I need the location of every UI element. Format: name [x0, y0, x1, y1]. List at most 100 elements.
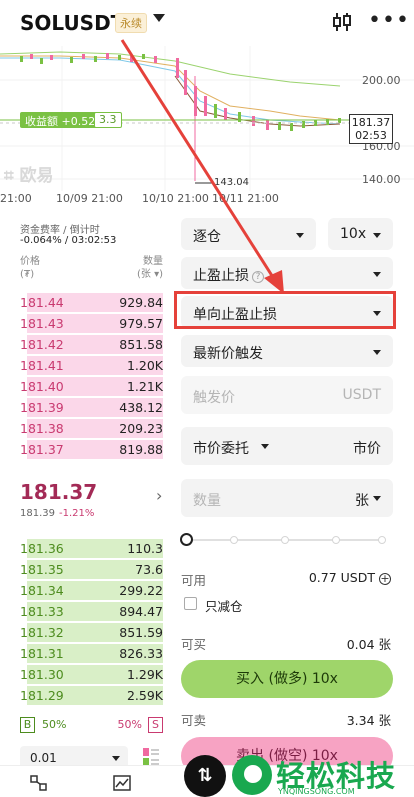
bid-qty: 110.3 — [127, 541, 163, 556]
bid-row[interactable]: 181.36 110.3 — [0, 538, 175, 559]
slider-dot[interactable] — [378, 536, 386, 544]
bid-qty: 1.29K — [126, 667, 163, 682]
symbol-title[interactable]: SOLUSDT — [20, 11, 124, 35]
chevron-down-icon — [373, 350, 381, 355]
ask-qty: 1.21K — [126, 379, 163, 394]
low-price-marker: 143.04 — [214, 177, 249, 188]
bid-qty: 826.33 — [119, 646, 163, 661]
current-price-box: 181.37 02:53 — [349, 114, 393, 144]
bid-row[interactable]: 181.29 2.59K — [0, 685, 175, 706]
bid-row[interactable]: 181.31 826.33 — [0, 643, 175, 664]
buy-tag: B — [20, 717, 35, 733]
grid-icon[interactable] — [30, 775, 48, 791]
brand-url: YNQINGSONG.COM — [278, 787, 355, 796]
margin-mode-select[interactable]: 逐仓 — [181, 218, 316, 250]
quantity-input[interactable]: 数量 张 — [181, 479, 393, 517]
ask-qty: 819.88 — [119, 442, 163, 457]
countdown: 02:53 — [355, 129, 387, 142]
buy-long-button[interactable]: 买入 (做多) 10x — [181, 660, 393, 698]
book-layout-icon[interactable] — [143, 748, 159, 766]
swap-orders-icon[interactable]: ⇅ — [184, 755, 226, 797]
ask-row[interactable]: 181.42 851.58 — [0, 334, 175, 355]
chevron-down-icon[interactable] — [153, 14, 165, 22]
bid-row[interactable]: 181.33 894.47 — [0, 601, 175, 622]
ask-row[interactable]: 181.39 438.12 — [0, 397, 175, 418]
ask-qty: 438.12 — [119, 400, 163, 415]
exec-price: 市价 — [353, 441, 381, 457]
bid-row[interactable]: 181.30 1.29K — [0, 664, 175, 685]
chevron-down-icon — [296, 233, 304, 238]
more-icon[interactable]: ••• — [368, 10, 410, 32]
kline-chart-icon[interactable] — [330, 10, 354, 34]
leverage-select[interactable]: 10x — [328, 218, 393, 250]
last-price: 181.37 — [20, 480, 98, 504]
slider-dot[interactable] — [281, 536, 289, 544]
ask-qty: 929.84 — [119, 295, 163, 310]
ask-row[interactable]: 181.38 209.23 — [0, 418, 175, 439]
bid-qty: 894.47 — [119, 604, 163, 619]
watermark-logo: ⌗ 欧易 — [4, 166, 54, 186]
ask-row[interactable]: 181.44 929.84 — [0, 292, 175, 313]
chevron-down-icon — [373, 233, 381, 238]
bid-row[interactable]: 181.34 299.22 — [0, 580, 175, 601]
chevron-down-icon — [112, 756, 120, 761]
bid-price: 181.33 — [20, 604, 64, 619]
mark-price-line: 181.39 -1.21% — [20, 508, 94, 519]
bid-price: 181.29 — [20, 688, 64, 703]
ask-row[interactable]: 181.37 819.88 — [0, 439, 175, 460]
bid-price: 181.31 — [20, 646, 64, 661]
ask-row[interactable]: 181.43 979.57 — [0, 313, 175, 334]
execution-type[interactable]: 市价委托 市价 — [181, 427, 393, 465]
slider-dot[interactable] — [332, 536, 340, 544]
profit-label[interactable]: 收益额 +0.52 — [20, 112, 101, 128]
transfer-plus-icon[interactable]: + — [379, 573, 391, 585]
ask-qty: 209.23 — [119, 421, 163, 436]
price-change: -1.21% — [59, 508, 95, 519]
can-buy-row: 可买 0.04 张 — [181, 634, 391, 653]
ask-price: 181.43 — [20, 316, 64, 331]
bid-row[interactable]: 181.35 73.6 — [0, 559, 175, 580]
chevron-down-icon — [373, 496, 381, 501]
ask-row[interactable]: 181.40 1.21K — [0, 376, 175, 397]
amount-slider-knob[interactable] — [180, 533, 193, 546]
info-icon: ? — [252, 271, 264, 283]
trigger-type-select[interactable]: 最新价触发 — [181, 335, 393, 367]
bid-price: 181.30 — [20, 667, 64, 682]
bid-price: 181.34 — [20, 583, 64, 598]
price-axis-140: 140.00 — [362, 173, 401, 186]
ask-price: 181.44 — [20, 295, 64, 310]
can-buy-value: 0.04 张 — [346, 637, 391, 652]
ask-price: 181.38 — [20, 421, 64, 436]
chevron-right-icon[interactable]: › — [156, 486, 162, 505]
bid-price: 181.36 — [20, 541, 64, 556]
date-label: 21:00 — [0, 192, 32, 205]
date-label: 10/10 21:00 — [142, 192, 209, 205]
sell-tag: S — [148, 717, 163, 733]
ask-qty: 1.20K — [126, 358, 163, 373]
price-chart[interactable]: 收益额 +0.52 3.3 200.00 160.00 140.00 181.3… — [0, 46, 414, 216]
chart-icon[interactable] — [113, 775, 131, 791]
order-type-select[interactable]: 止盈止损? — [181, 257, 393, 289]
ask-price: 181.37 — [20, 442, 64, 457]
top-header: SOLUSDT 永续 ••• — [0, 0, 414, 46]
ask-price: 181.40 — [20, 379, 64, 394]
bid-row[interactable]: 181.32 851.59 — [0, 622, 175, 643]
qty-unit: 张 — [355, 493, 369, 509]
funding-rate-value: -0.064% / 03:02:53 — [20, 235, 117, 246]
date-label: 10/09 21:00 — [56, 192, 123, 205]
buy-ratio: 50% — [42, 718, 67, 731]
position-qty-tag: 3.3 — [94, 112, 122, 128]
slider-dot[interactable] — [230, 536, 238, 544]
ask-qty: 851.58 — [119, 337, 163, 352]
reduce-only-label[interactable]: 只减仓 — [205, 596, 243, 615]
ask-row[interactable]: 181.41 1.20K — [0, 355, 175, 376]
qty-column-header[interactable]: 数量 (张 ▾) — [120, 255, 163, 281]
reduce-only-checkbox[interactable] — [184, 597, 197, 610]
bid-price: 181.32 — [20, 625, 64, 640]
exec-type-select: 市价委托 — [193, 441, 249, 457]
available-value: 0.77 USDT — [308, 570, 375, 585]
bid-qty: 73.6 — [135, 562, 163, 577]
price-axis-200: 200.00 — [362, 74, 401, 87]
trigger-price-input[interactable]: 触发价 USDT — [181, 376, 393, 414]
bid-price: 181.35 — [20, 562, 64, 577]
